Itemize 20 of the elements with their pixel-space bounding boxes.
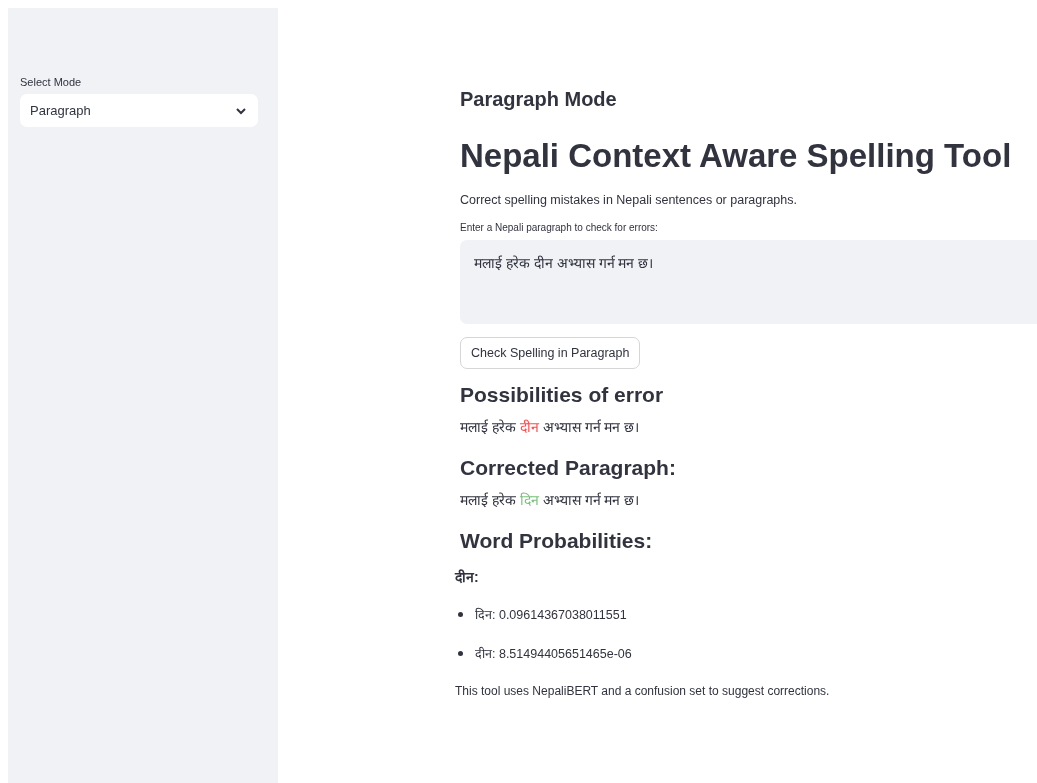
bullet-icon	[458, 651, 463, 656]
mode-dropdown[interactable]: Paragraph	[20, 94, 258, 127]
description-text: Correct spelling mistakes in Nepali sentences or paragraphs.	[460, 193, 797, 207]
check-spelling-button[interactable]: Check Spelling in Paragraph	[460, 337, 641, 369]
select-label: Select Mode	[20, 76, 82, 88]
probability-text: दिन: 0.09614367038011551	[475, 606, 627, 623]
mode-heading: Paragraph Mode	[460, 88, 617, 111]
page-title: Nepali Context Aware Spelling Tool	[460, 137, 1012, 175]
footer-text: This tool uses NepaliBERT and a confusion set to suggest corrections.	[455, 684, 830, 698]
section-heading: Word Probabilities:	[460, 529, 653, 553]
word-label: दीन:	[455, 568, 479, 586]
bullet-icon	[458, 612, 463, 617]
probability-text: दीन: 8.51494405651465e-06	[475, 646, 632, 662]
paragraph-text: मलाई हरेक दीन अभ्यास गर्न मन छ।	[460, 418, 640, 436]
section-heading: Possibilities of error	[460, 383, 664, 407]
paragraph-text: मलाई हरेक दिन अभ्यास गर्न मन छ।	[460, 491, 640, 509]
input-label: Enter a Nepali paragraph to check for errors:	[460, 222, 658, 233]
section-heading: Corrected Paragraph:	[460, 456, 676, 480]
paragraph-input-field[interactable]: मलाई हरेक दीन अभ्यास गर्न मन छ।	[460, 240, 1037, 324]
chevron-down-icon	[236, 106, 246, 115]
